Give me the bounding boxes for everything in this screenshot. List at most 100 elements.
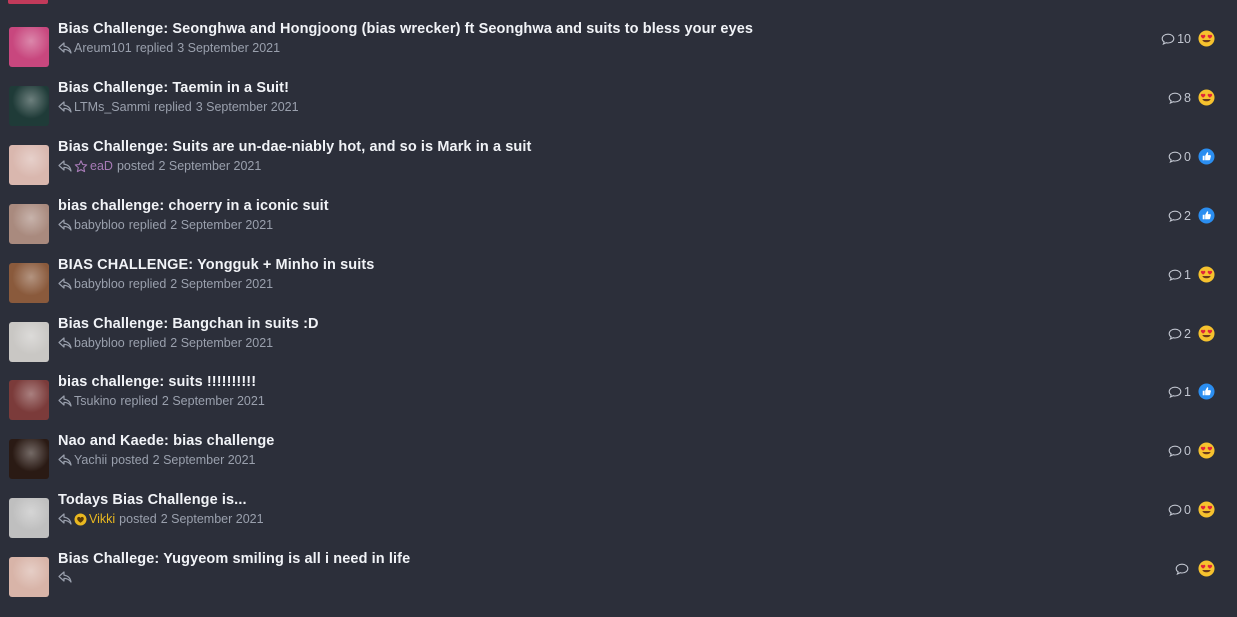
avatar[interactable] [9,498,49,538]
love-reaction-icon [1198,30,1215,47]
username-link[interactable]: Vikki [89,512,115,526]
topic-meta: Tsukino replied 2 September 2021 [58,394,265,408]
topic-title[interactable]: Todays Bias Challenge is... [58,492,247,508]
love-reaction-icon [1198,560,1215,577]
like-reaction-icon [1198,383,1215,400]
topic-meta: babybloo replied 2 September 2021 [58,336,273,350]
comment-bubble-icon [1175,563,1189,575]
topic-stats: 2 [1168,207,1215,224]
like-reaction-icon [1198,207,1215,224]
topic-stats: 10 [1161,30,1215,47]
reply-count: 2 [1184,326,1191,341]
date-text: 2 September 2021 [152,453,256,467]
action-text: replied [135,41,174,55]
topic-row[interactable]: Bias Challege: Yugyeom smiling is all i … [0,551,1237,617]
date-text: 2 September 2021 [158,159,262,173]
avatar[interactable] [9,27,49,67]
action-text: posted [119,512,157,526]
reply-icon [58,513,72,525]
like-reaction-icon [1198,148,1215,165]
comment-bubble-icon [1168,269,1182,281]
date-text: 2 September 2021 [170,336,274,350]
topic-title[interactable]: Bias Challenge: Suits are un-dae-niably … [58,139,531,155]
topic-stats: 0 [1168,442,1215,459]
topic-row[interactable]: Bias Challenge: Taemin in a Suit! LTMs_Sa… [0,80,1237,146]
username-link[interactable]: babybloo [74,277,125,291]
love-reaction-icon [1198,89,1215,106]
topic-title[interactable]: bias challenge: choerry in a iconic suit [58,198,329,214]
reply-count: 0 [1184,502,1191,517]
topic-row[interactable]: Nao and Kaede: bias challenge Yachii poste… [0,433,1237,499]
action-text: posted [111,453,149,467]
topic-title[interactable]: bias challenge: suits !!!!!!!!!! [58,374,256,390]
topic-stats: 0 [1168,501,1215,518]
avatar[interactable] [9,439,49,479]
comment-bubble-icon [1168,210,1182,222]
action-text: replied [120,394,158,408]
love-reaction-icon [1198,442,1215,459]
username-link[interactable]: Tsukino [74,394,116,408]
username-link[interactable]: LTMs_Sammi [74,100,150,114]
reply-icon [58,219,72,231]
topic-meta: eaD posted 2 September 2021 [58,159,261,173]
avatar[interactable] [9,380,49,420]
username-link[interactable]: Yachii [74,453,107,467]
topic-row[interactable]: bias challenge: choerry in a iconic suit… [0,198,1237,264]
topic-title[interactable]: Nao and Kaede: bias challenge [58,433,274,449]
action-text: replied [128,336,167,350]
comment-bubble-icon [1161,33,1175,45]
action-text: posted [116,159,155,173]
avatar[interactable] [9,145,49,185]
topic-row[interactable]: BIAS CHALLENGE: Yongguk + Minho in suits… [0,257,1237,323]
reply-icon [58,278,72,290]
avatar[interactable] [9,263,49,303]
reply-icon [58,454,72,466]
avatar[interactable] [9,204,49,244]
date-text: 2 September 2021 [170,277,274,291]
topic-row[interactable]: bias challenge: suits !!!!!!!!!! Tsukino r… [0,374,1237,440]
topic-title[interactable]: Bias Challenge: Taemin in a Suit! [58,80,289,96]
topic-meta: Areum101 replied 3 September 2021 [58,41,280,55]
date-text: 2 September 2021 [170,218,274,232]
topic-meta: Yachii posted 2 September 2021 [58,453,256,467]
love-reaction-icon [1198,325,1215,342]
topic-stats: 1 [1168,266,1215,283]
username-link[interactable]: babybloo [74,218,125,232]
reply-icon [58,395,72,407]
comment-bubble-icon [1168,445,1182,457]
reply-count: 0 [1184,443,1191,458]
topic-row[interactable]: Bias Challenge: Suits are un-dae-niably … [0,139,1237,205]
comment-bubble-icon [1168,386,1182,398]
comment-bubble-icon [1168,92,1182,104]
love-reaction-icon [1198,501,1215,518]
topic-meta: babybloo replied 2 September 2021 [58,218,273,232]
topic-stats: 2 [1168,325,1215,342]
reply-count: 8 [1184,90,1191,105]
action-text: replied [128,218,167,232]
topic-meta: babybloo replied 2 September 2021 [58,277,273,291]
topic-title[interactable]: Bias Challenge: Bangchan in suits :D [58,316,319,332]
reply-icon [58,337,72,349]
topic-title[interactable]: Bias Challenge: Seonghwa and Hongjoong (… [58,21,753,37]
topic-row[interactable]: Todays Bias Challenge is... Vikki posted 2 … [0,492,1237,558]
previous-avatar-edge [8,0,48,4]
comment-bubble-icon [1168,151,1182,163]
comment-bubble-icon [1168,504,1182,516]
star-badge-icon [74,159,88,173]
comment-bubble-icon [1168,328,1182,340]
topic-title[interactable]: BIAS CHALLENGE: Yongguk + Minho in suits [58,257,374,273]
username-link[interactable]: Areum101 [74,41,132,55]
username-link[interactable]: babybloo [74,336,125,350]
reply-count: 1 [1184,384,1191,399]
reply-icon [58,571,72,583]
topic-title[interactable]: Bias Challege: Yugyeom smiling is all i … [58,551,410,567]
username-link[interactable]: eaD [90,159,113,173]
date-text: 3 September 2021 [177,41,281,55]
topic-stats [1175,560,1215,577]
avatar[interactable] [9,86,49,126]
reply-count: 0 [1184,149,1191,164]
avatar[interactable] [9,322,49,362]
avatar[interactable] [9,557,49,597]
topic-stats: 1 [1168,383,1215,400]
topic-row[interactable]: Bias Challenge: Seonghwa and Hongjoong (… [0,21,1237,87]
